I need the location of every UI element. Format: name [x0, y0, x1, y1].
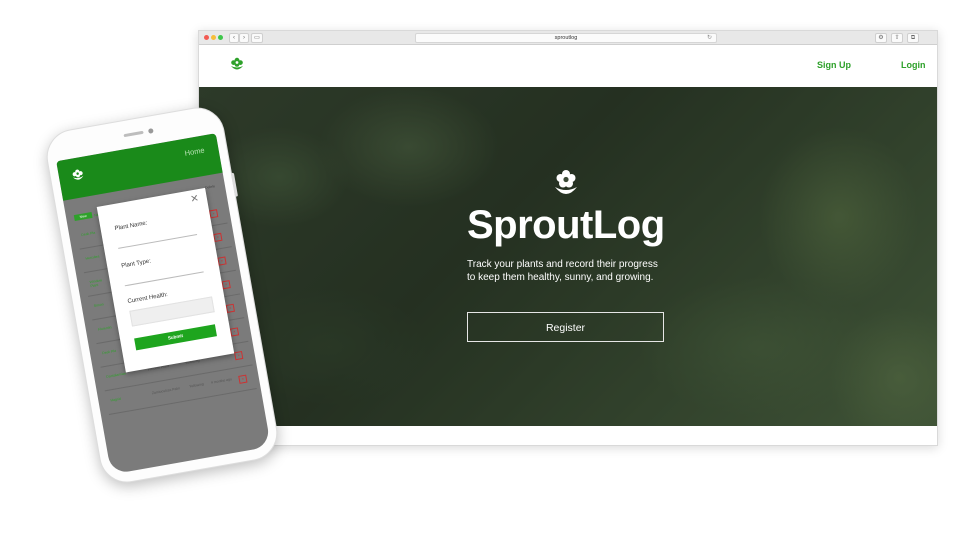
delete-icon[interactable]: ×: [209, 209, 219, 219]
close-window-button[interactable]: [204, 35, 209, 40]
delete-icon[interactable]: ×: [229, 327, 240, 337]
hero-section: SproutLog Track your plants and record t…: [199, 87, 937, 426]
close-icon[interactable]: ✕: [190, 193, 200, 205]
sidebar-toggle-button[interactable]: ▭: [251, 33, 263, 43]
back-button[interactable]: ‹: [229, 33, 239, 43]
browser-titlebar: ‹ › ▭ sproutlog ↻ ⚙ ⇧ ⧉: [199, 31, 937, 45]
signup-link[interactable]: Sign Up: [817, 60, 851, 70]
plant-name-cell: Desk Pla: [81, 230, 96, 238]
address-bar-url: sproutlog: [554, 35, 578, 41]
delete-column-header: Delete: [204, 184, 216, 190]
phone-notch: [99, 119, 167, 142]
phone-side-button: [230, 172, 239, 197]
delete-icon[interactable]: ×: [234, 350, 244, 361]
plant-name-cell: Desk Pla: [101, 348, 117, 356]
home-link[interactable]: Home: [184, 145, 205, 157]
current-health-label: Current Health:: [127, 292, 169, 306]
settings-icon[interactable]: ⚙: [875, 33, 887, 43]
phone-mockup: Home New Name Delete Desk Pla × Herculea…: [42, 103, 282, 488]
plant-type-label: Plant Type:: [120, 258, 152, 270]
sprout-logo-icon[interactable]: [70, 168, 86, 184]
delete-icon[interactable]: ×: [213, 232, 223, 243]
plant-name-cell: Hagrid: [110, 396, 122, 403]
address-bar[interactable]: sproutlog ↻: [415, 33, 717, 43]
plant-name-field[interactable]: [118, 234, 198, 249]
phone-camera: [147, 128, 154, 134]
tabs-icon[interactable]: ⧉: [907, 33, 919, 43]
new-plant-button[interactable]: New: [73, 211, 93, 222]
maximize-window-button[interactable]: [218, 35, 223, 40]
page-bottom-strip: [199, 426, 937, 445]
plant-name-cell: Simon: [93, 302, 104, 308]
register-button[interactable]: Register: [467, 312, 664, 342]
submit-button[interactable]: Submit: [134, 324, 217, 351]
plant-name-label: Plant Name:: [114, 220, 148, 233]
plant-name-cell: Window Plant: [89, 278, 103, 289]
hero-title: SproutLog: [467, 203, 665, 247]
plant-name-cell: Florentin: [97, 325, 112, 332]
plant-updated-cell: 4 months ago: [210, 377, 233, 385]
delete-icon[interactable]: ×: [225, 303, 235, 313]
plant-health-cell: Yellowing: [188, 382, 205, 389]
plant-type-field[interactable]: [124, 271, 204, 287]
browser-window: ‹ › ▭ sproutlog ↻ ⚙ ⇧ ⧉ Sign Up Login Sp…: [198, 30, 938, 446]
flower-icon: [555, 170, 577, 194]
share-icon[interactable]: ⇧: [891, 33, 903, 43]
plant-name-cell: Dantalamian: [106, 371, 127, 379]
delete-icon[interactable]: ×: [221, 280, 231, 290]
reload-icon[interactable]: ↻: [707, 34, 712, 42]
forward-button[interactable]: ›: [239, 33, 249, 43]
delete-icon[interactable]: ×: [238, 374, 248, 384]
site-navbar: Sign Up Login: [199, 45, 937, 87]
hero-tagline: Track your plants and record their progr…: [467, 259, 658, 283]
phone-body: Home New Name Delete Desk Pla × Herculea…: [42, 103, 282, 487]
minimize-window-button[interactable]: [211, 35, 216, 40]
sprout-logo-icon[interactable]: [229, 57, 245, 73]
plant-type-cell: Zamioculcas Palm: [151, 386, 181, 396]
plant-name-cell: Herculea: [85, 254, 100, 261]
phone-screen: Home New Name Delete Desk Pla × Herculea…: [56, 133, 271, 475]
delete-icon[interactable]: ×: [217, 256, 227, 266]
login-link[interactable]: Login: [901, 60, 926, 70]
